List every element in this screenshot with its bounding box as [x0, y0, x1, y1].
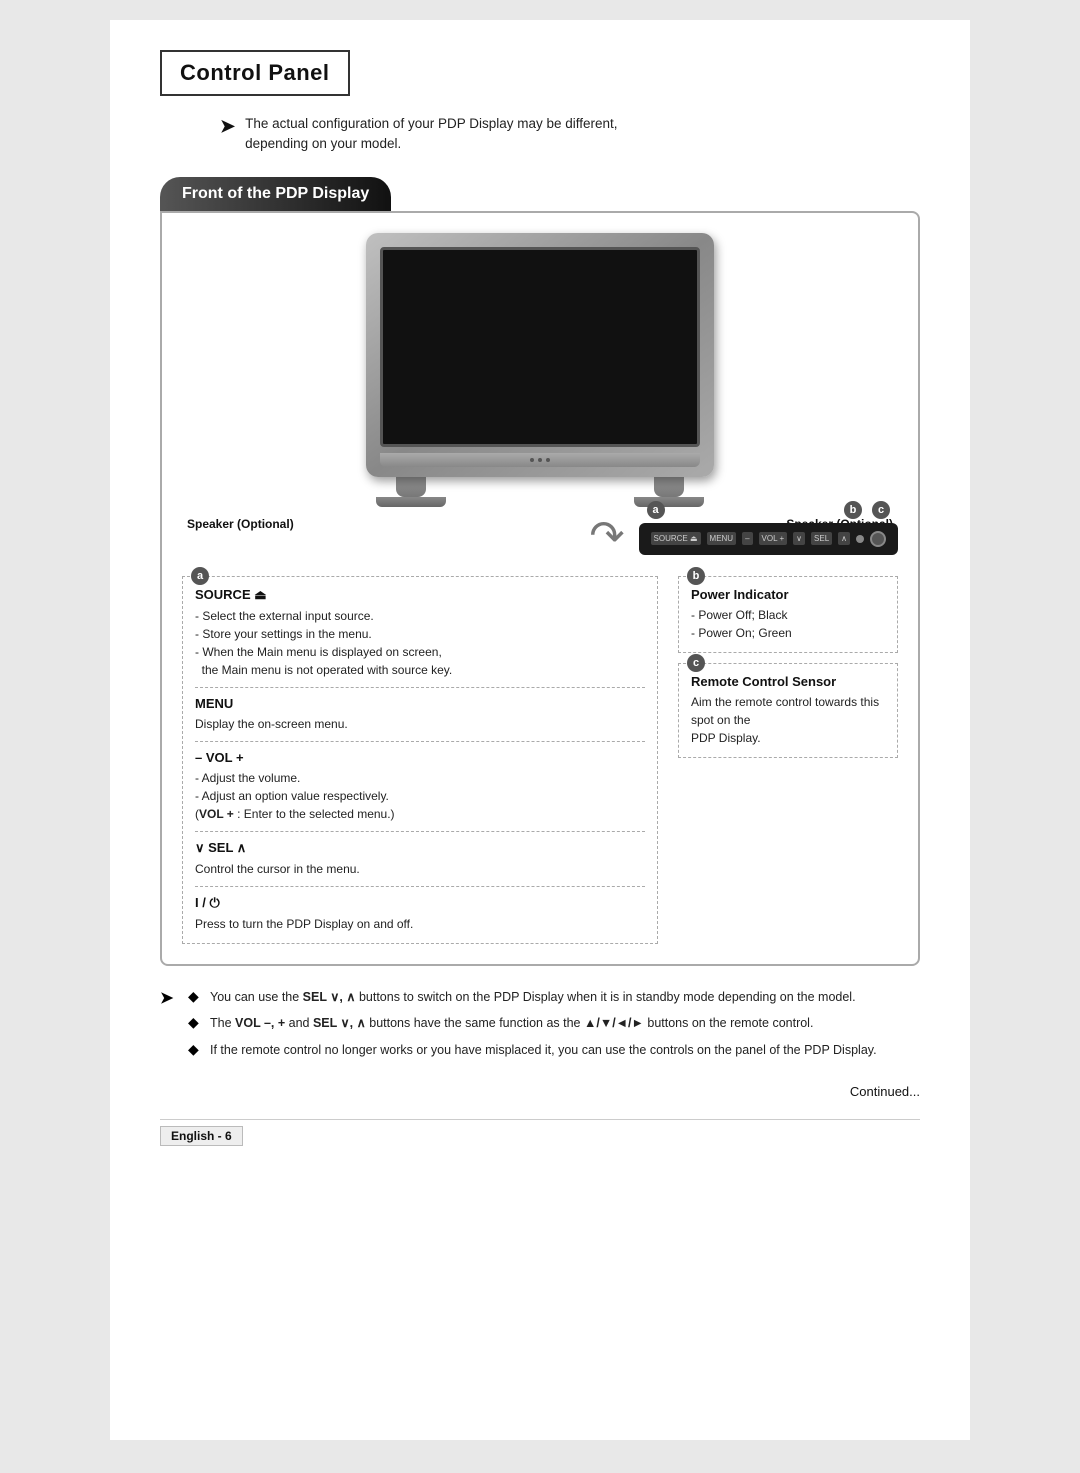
- pdp-header: Front of the PDP Display: [160, 177, 391, 211]
- page-title: Control Panel: [160, 50, 350, 96]
- menu-title: MENU: [195, 696, 645, 711]
- tv-dot: [546, 458, 550, 462]
- right-col: b Power Indicator - Power Off; Black - P…: [678, 576, 898, 944]
- bottom-notes: ➤ ◆ You can use the SEL ∨, ∧ buttons to …: [160, 988, 920, 1068]
- tv-stand: [366, 477, 714, 497]
- note-bullets: ◆ You can use the SEL ∨, ∧ buttons to sw…: [188, 988, 877, 1068]
- power-title: I / ⏻: [195, 895, 645, 911]
- sel-text: Control the cursor in the menu.: [195, 860, 645, 878]
- badge-a: a: [647, 501, 665, 519]
- power-indicator-title: Power Indicator: [691, 587, 885, 602]
- info-box-b: b Power Indicator - Power Off; Black - P…: [678, 576, 898, 653]
- zoom-arrow-icon: ↷: [589, 511, 624, 560]
- vol-items: - Adjust the volume. - Adjust an option …: [195, 769, 645, 823]
- tv-stand-leg-right: [654, 477, 684, 497]
- control-strip-container: a b c SOURCE ⏏ MENU – VOL + ∨ SEL ∧: [639, 501, 898, 555]
- power-button: [870, 531, 886, 547]
- power-indicator-led: [856, 535, 864, 543]
- sel-title: ∨ SEL ∧: [195, 840, 645, 856]
- badge-c: c: [872, 501, 890, 519]
- note-item-2: ◆ The VOL –, + and SEL ∨, ∧ buttons have…: [188, 1014, 877, 1033]
- info-box-a: a SOURCE ⏏ - Select the external input s…: [182, 576, 658, 944]
- sel-down-btn: ∨: [793, 532, 805, 545]
- badge-b: b: [844, 501, 862, 519]
- tv-dot: [538, 458, 542, 462]
- tv-screen: [380, 247, 700, 447]
- sel-label: SEL: [811, 532, 832, 545]
- control-strip: SOURCE ⏏ MENU – VOL + ∨ SEL ∧: [639, 523, 898, 555]
- power-text: Press to turn the PDP Display on and off…: [195, 915, 645, 933]
- bottom-arrow-icon: ➤: [160, 988, 180, 1008]
- tv-illustration: [182, 233, 898, 507]
- continued-text: Continued...: [160, 1084, 920, 1099]
- vol-minus-btn: –: [742, 532, 752, 545]
- page: Control Panel ➤ The actual configuration…: [110, 20, 970, 1440]
- source-title: SOURCE ⏏: [195, 587, 645, 603]
- badge-c-box: c: [687, 654, 705, 672]
- bullet-icon-2: ◆: [188, 1014, 204, 1031]
- zoom-area: ↷ a b c SOURCE ⏏ MENU – VOL +: [182, 501, 898, 560]
- tv-dot: [530, 458, 534, 462]
- tv-outer: [366, 233, 714, 477]
- footer-label: English - 6: [160, 1126, 243, 1146]
- vol-plus-btn: VOL +: [759, 532, 788, 545]
- bullet-icon-1: ◆: [188, 988, 204, 1005]
- note-section: ➤ The actual configuration of your PDP D…: [220, 114, 920, 155]
- remote-sensor-title: Remote Control Sensor: [691, 674, 885, 689]
- vol-title: – VOL +: [195, 750, 645, 765]
- note-text-3: If the remote control no longer works or…: [210, 1041, 877, 1060]
- source-btn: SOURCE ⏏: [651, 532, 701, 545]
- tv-stand-leg-left: [396, 477, 426, 497]
- note-item-3: ◆ If the remote control no longer works …: [188, 1041, 877, 1060]
- a-label-area: a: [647, 501, 665, 519]
- badge-b-box: b: [687, 567, 705, 585]
- info-box-c: c Remote Control Sensor Aim the remote c…: [678, 663, 898, 758]
- badge-a-box: a: [191, 567, 209, 585]
- abc-row: a b c: [639, 501, 898, 519]
- tv-wrapper: [366, 233, 714, 507]
- note-text-2: The VOL –, + and SEL ∨, ∧ buttons have t…: [210, 1014, 813, 1033]
- remote-sensor-text: Aim the remote control towards this spot…: [691, 693, 885, 747]
- menu-btn: MENU: [707, 532, 737, 545]
- bc-label-area: b c: [844, 501, 890, 519]
- note-arrow-row: ➤ ◆ You can use the SEL ∨, ∧ buttons to …: [160, 988, 920, 1068]
- sel-up-btn: ∧: [838, 532, 850, 545]
- bullet-icon-3: ◆: [188, 1041, 204, 1058]
- pdp-subtitle: Front of the PDP Display: [182, 185, 369, 202]
- source-items: - Select the external input source. - St…: [195, 607, 645, 679]
- tv-bottom-bar: [380, 453, 700, 467]
- note-item-1: ◆ You can use the SEL ∨, ∧ buttons to sw…: [188, 988, 877, 1007]
- menu-text: Display the on-screen menu.: [195, 715, 645, 733]
- note-text-1: You can use the SEL ∨, ∧ buttons to swit…: [210, 988, 856, 1007]
- info-row: a SOURCE ⏏ - Select the external input s…: [182, 576, 898, 944]
- page-footer: English - 6: [160, 1119, 920, 1146]
- pdp-section: Speaker (Optional) Speaker (Optional) ↷ …: [160, 211, 920, 966]
- arrow-icon: ➤: [220, 116, 235, 137]
- power-indicator-items: - Power Off; Black - Power On; Green: [691, 606, 885, 642]
- note-text: The actual configuration of your PDP Dis…: [245, 114, 617, 155]
